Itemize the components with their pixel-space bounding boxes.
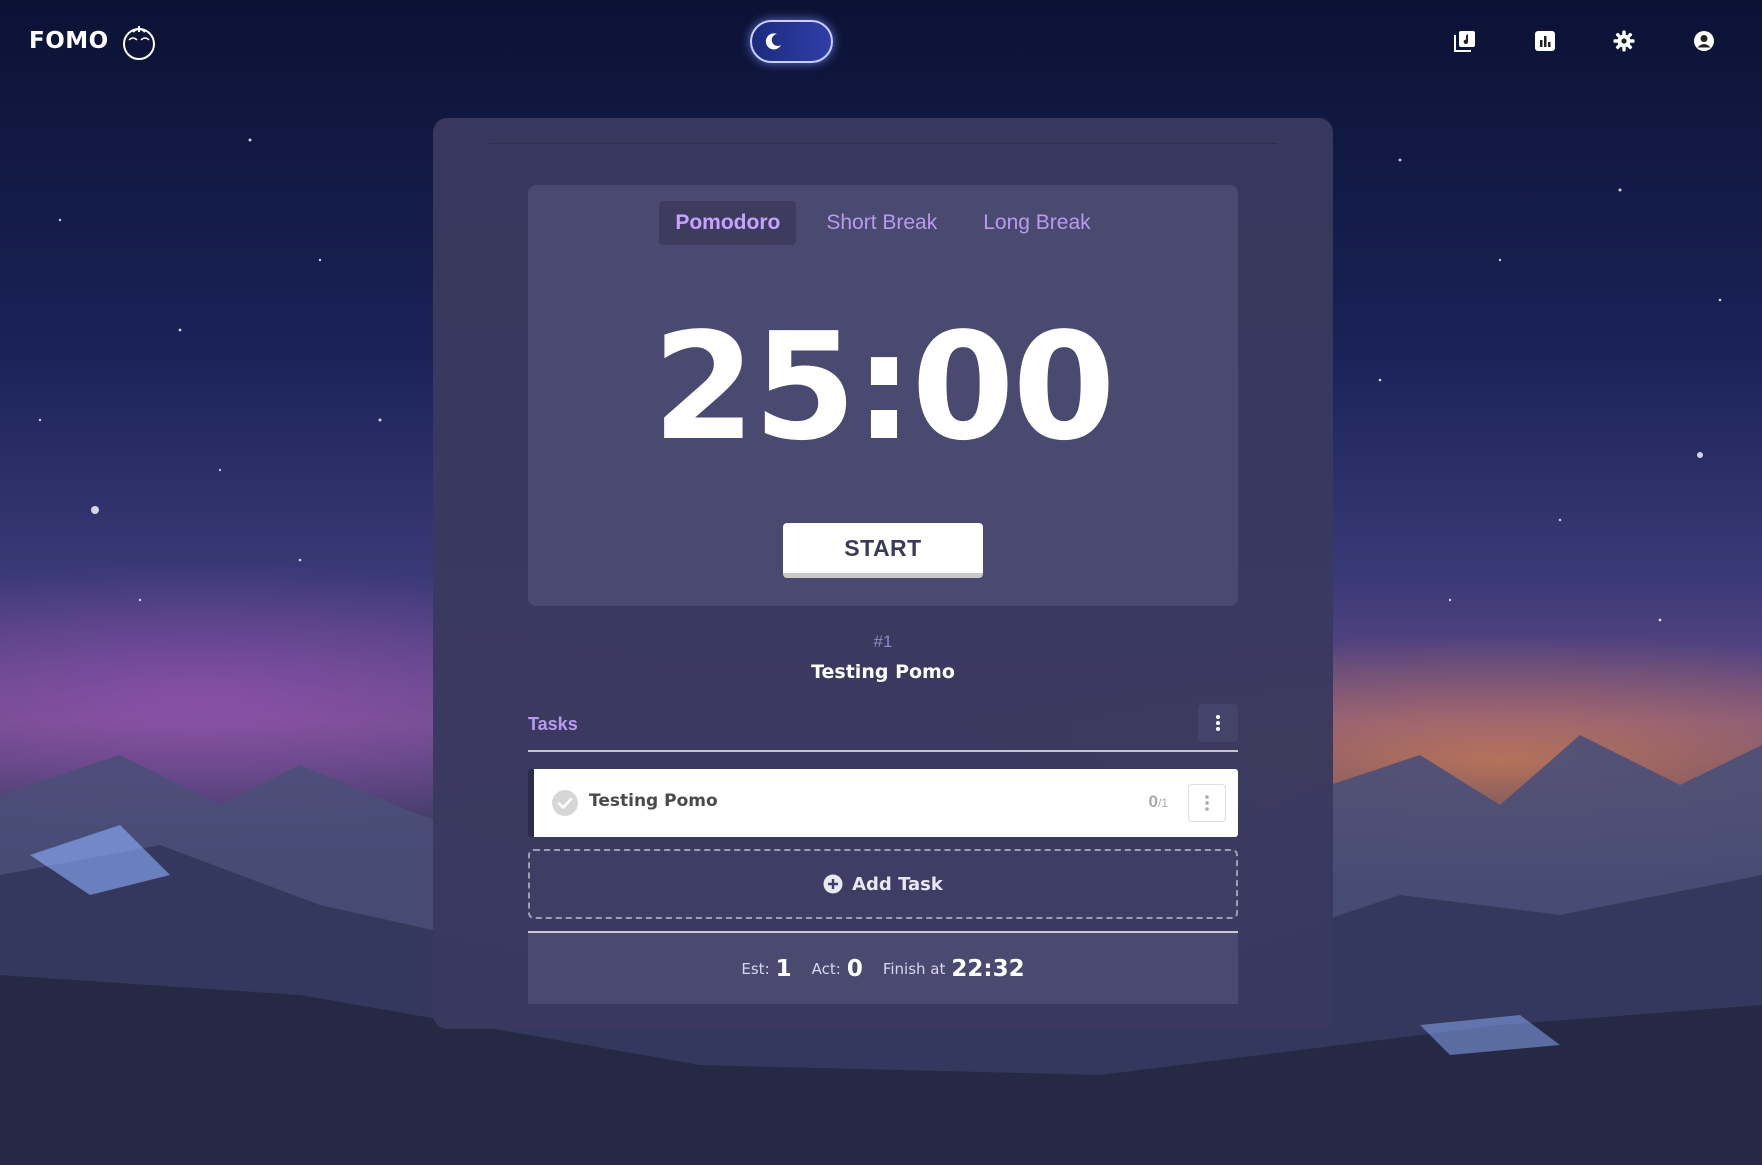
theme-toggle[interactable] xyxy=(750,20,833,63)
current-task-label: Testing Pomo xyxy=(811,661,955,683)
est-label: Est: xyxy=(741,959,770,978)
summary-bar: Est: 1 Act: 0 Finish at 22:32 xyxy=(528,931,1238,1004)
act-label: Act: xyxy=(811,959,841,978)
tab-long-break[interactable]: Long Break xyxy=(967,201,1106,245)
brand-name: FOMO xyxy=(29,28,109,54)
task-check-button[interactable] xyxy=(551,789,579,822)
round-number[interactable]: #1 xyxy=(433,632,1333,652)
task-pomo-count: 0/1 xyxy=(1149,792,1168,812)
tab-short-break[interactable]: Short Break xyxy=(810,201,953,245)
task-done-count: 0 xyxy=(1148,792,1158,811)
check-circle-icon xyxy=(552,790,578,816)
plus-circle-icon xyxy=(823,874,843,894)
start-button[interactable]: START xyxy=(783,523,983,578)
moon-icon xyxy=(765,33,781,50)
report-button[interactable] xyxy=(1531,27,1559,55)
progress-divider xyxy=(489,143,1277,144)
task-menu-button[interactable] xyxy=(1188,784,1226,822)
timer-tabs: Pomodoro Short Break Long Break xyxy=(528,201,1238,245)
brand-logo[interactable]: FOMO xyxy=(29,22,159,60)
tomato-icon xyxy=(122,26,155,60)
tasks-header: Tasks xyxy=(528,702,1238,752)
tasks-title: Tasks xyxy=(528,714,578,734)
finish-value: 22:32 xyxy=(951,955,1025,982)
account-icon xyxy=(1694,31,1714,51)
settings-icon xyxy=(1613,30,1635,52)
add-task-button[interactable]: Add Task xyxy=(528,849,1238,919)
task-item[interactable]: Testing Pomo 0/1 xyxy=(528,769,1238,837)
top-bar: FOMO xyxy=(0,0,1762,84)
timer-panel: Pomodoro Short Break Long Break 25:00 ST… xyxy=(528,185,1238,606)
settings-button[interactable] xyxy=(1610,27,1638,55)
more-vertical-icon xyxy=(1216,715,1220,731)
timer-display: 25:00 xyxy=(652,301,1115,473)
est-value: 1 xyxy=(775,955,792,982)
tasks-menu-button[interactable] xyxy=(1198,704,1238,742)
finish-label: Finish at xyxy=(882,959,946,978)
task-name: Testing Pomo xyxy=(589,791,718,811)
add-task-label: Add Task xyxy=(852,873,943,895)
report-icon xyxy=(1535,31,1555,51)
account-button[interactable] xyxy=(1690,27,1718,55)
music-icon xyxy=(1454,31,1475,52)
tab-pomodoro[interactable]: Pomodoro xyxy=(659,201,797,245)
task-total-count: /1 xyxy=(1157,796,1168,810)
act-value: 0 xyxy=(846,955,863,982)
main-card: Pomodoro Short Break Long Break 25:00 ST… xyxy=(433,118,1333,1029)
music-button[interactable] xyxy=(1451,27,1479,55)
more-vertical-icon xyxy=(1205,795,1209,811)
